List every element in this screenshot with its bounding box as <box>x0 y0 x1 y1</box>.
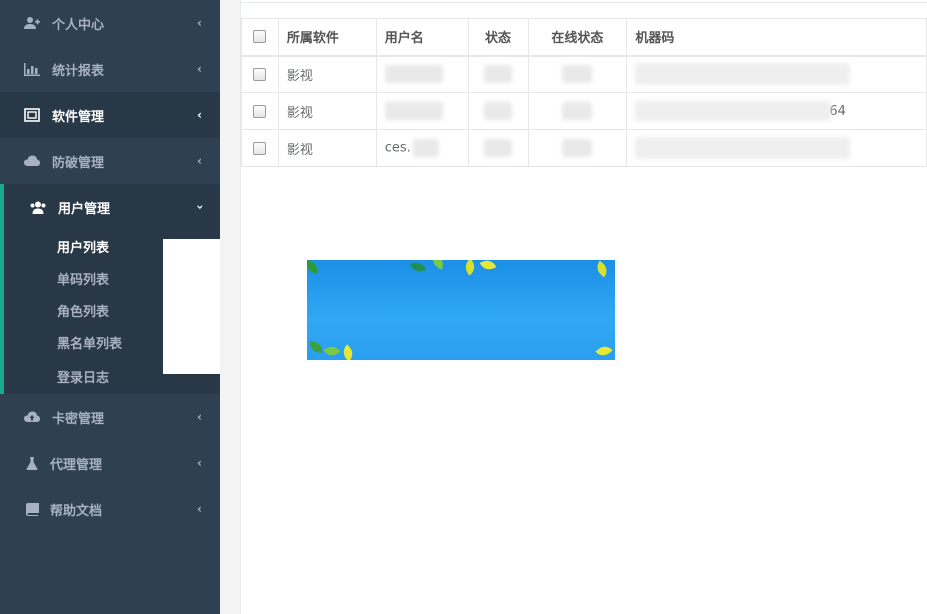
table-row[interactable]: 影视 64 <box>241 92 927 130</box>
leaf-banner-image <box>307 260 615 360</box>
leaf-decoration <box>339 344 357 360</box>
cell-software: 影视 <box>277 92 377 130</box>
sidebar-item-personal-center[interactable]: 个人中心 ‹ <box>0 0 220 46</box>
redacted-username <box>384 102 443 120</box>
sidebar-item-label: 代理管理 <box>50 457 103 473</box>
row-checkbox[interactable] <box>253 104 267 118</box>
users-icon <box>30 199 46 215</box>
cloud-icon <box>24 153 40 169</box>
redacted-online <box>562 102 593 120</box>
row-check-cell <box>241 129 279 167</box>
chevron-left-icon: ‹ <box>197 410 202 424</box>
select-all-checkbox[interactable] <box>253 30 267 44</box>
sidebar-item-help-docs[interactable]: 帮助文档 ‹ <box>0 486 220 532</box>
overlay-block <box>163 239 220 374</box>
redacted-online <box>562 65 593 84</box>
leaf-decoration <box>409 260 427 274</box>
chevron-left-icon: ‹ <box>197 62 202 76</box>
chevron-left-icon: ‹ <box>197 456 202 470</box>
cell-machine-redacted: 64 <box>626 92 927 130</box>
row-checkbox[interactable] <box>253 67 267 81</box>
book-icon <box>24 501 40 517</box>
sidebar-item-label: 个人中心 <box>52 17 105 33</box>
sidebar-item-anti-crack[interactable]: 防破管理 ‹ <box>0 138 220 184</box>
row-check-cell <box>241 55 279 93</box>
sidebar-item-label: 用户管理 <box>58 201 111 217</box>
cell-username: ces. <box>375 129 469 167</box>
column-header-machine-code[interactable]: 机器码 <box>626 18 927 57</box>
cell-software: 影视 <box>277 129 377 167</box>
cell-online-redacted <box>527 92 628 130</box>
table-row[interactable]: 影视 ces. <box>241 129 927 167</box>
leaf-decoration <box>593 260 611 278</box>
chevron-down-icon: ‹ <box>192 204 207 210</box>
leaf-decoration <box>462 260 478 276</box>
user-plus-icon <box>24 15 40 31</box>
leaf-decoration <box>429 260 447 270</box>
table-row[interactable]: 影视 <box>241 55 927 93</box>
redacted-online <box>562 139 593 157</box>
redacted-username <box>412 139 439 157</box>
leaf-decoration <box>323 343 341 359</box>
sidebar-item-software[interactable]: 软件管理 ‹ <box>0 92 220 138</box>
chevron-left-icon: ‹ <box>197 16 202 30</box>
cell-online-redacted <box>527 129 628 167</box>
username-text: ces. <box>384 140 411 156</box>
chevron-left-icon: ‹ <box>197 108 202 122</box>
app-window: 个人中心 ‹ 统计报表 ‹ 软件管理 ‹ 防破管理 ‹ 用户管理 ‹ 用户列表 … <box>0 0 927 614</box>
bar-chart-icon <box>24 61 40 77</box>
row-check-cell <box>241 92 279 130</box>
cell-machine-redacted <box>626 129 927 167</box>
cell-online-redacted <box>527 55 628 93</box>
redacted-machine-code <box>635 63 851 86</box>
column-header-software[interactable]: 所属软件 <box>277 18 377 57</box>
cloud-upload-icon <box>24 409 40 425</box>
chevron-left-icon: ‹ <box>197 154 202 168</box>
column-header-username[interactable]: 用户名 <box>375 18 469 57</box>
cell-software: 影视 <box>277 55 377 93</box>
leaf-decoration <box>308 340 324 354</box>
sidebar-item-user-management[interactable]: 用户管理 ‹ <box>4 184 220 230</box>
row-checkbox[interactable] <box>253 141 267 155</box>
redacted-username <box>384 65 443 84</box>
redacted-status <box>484 139 513 157</box>
cell-status-redacted <box>467 92 529 130</box>
cell-status-redacted <box>467 129 529 167</box>
select-all-cell <box>241 18 279 57</box>
leaf-decoration <box>307 260 321 275</box>
column-header-online-status[interactable]: 在线状态 <box>527 18 628 57</box>
cell-status-redacted <box>467 55 529 93</box>
cell-username-redacted <box>375 92 469 130</box>
user-table: 所属软件 用户名 状态 在线状态 机器码 影视 影视 64 影视 ces. <box>241 18 927 167</box>
column-header-status[interactable]: 状态 <box>467 18 529 57</box>
chevron-left-icon: ‹ <box>197 502 202 516</box>
sidebar-item-agent[interactable]: 代理管理 ‹ <box>0 440 220 486</box>
table-header-row: 所属软件 用户名 状态 在线状态 机器码 <box>241 18 927 57</box>
sidebar-item-card-key[interactable]: 卡密管理 ‹ <box>0 394 220 440</box>
leaf-decoration <box>595 342 613 360</box>
software-icon <box>24 107 40 123</box>
sidebar-item-label: 软件管理 <box>52 109 105 125</box>
cell-username-redacted <box>375 55 469 93</box>
machine-code-suffix: 64 <box>829 103 846 119</box>
leaf-decoration <box>479 260 497 273</box>
divider <box>241 2 927 3</box>
sidebar-item-label: 帮助文档 <box>50 503 103 519</box>
redacted-machine-code <box>635 101 832 121</box>
flask-icon <box>24 455 40 471</box>
redacted-status <box>484 65 513 84</box>
sidebar-item-label: 卡密管理 <box>52 411 105 427</box>
redacted-status <box>484 102 513 120</box>
sidebar-item-statistics[interactable]: 统计报表 ‹ <box>0 46 220 92</box>
redacted-machine-code <box>635 137 851 159</box>
sidebar-item-label: 防破管理 <box>52 155 105 171</box>
sidebar-item-label: 统计报表 <box>52 63 105 79</box>
cell-machine-redacted <box>626 55 927 93</box>
